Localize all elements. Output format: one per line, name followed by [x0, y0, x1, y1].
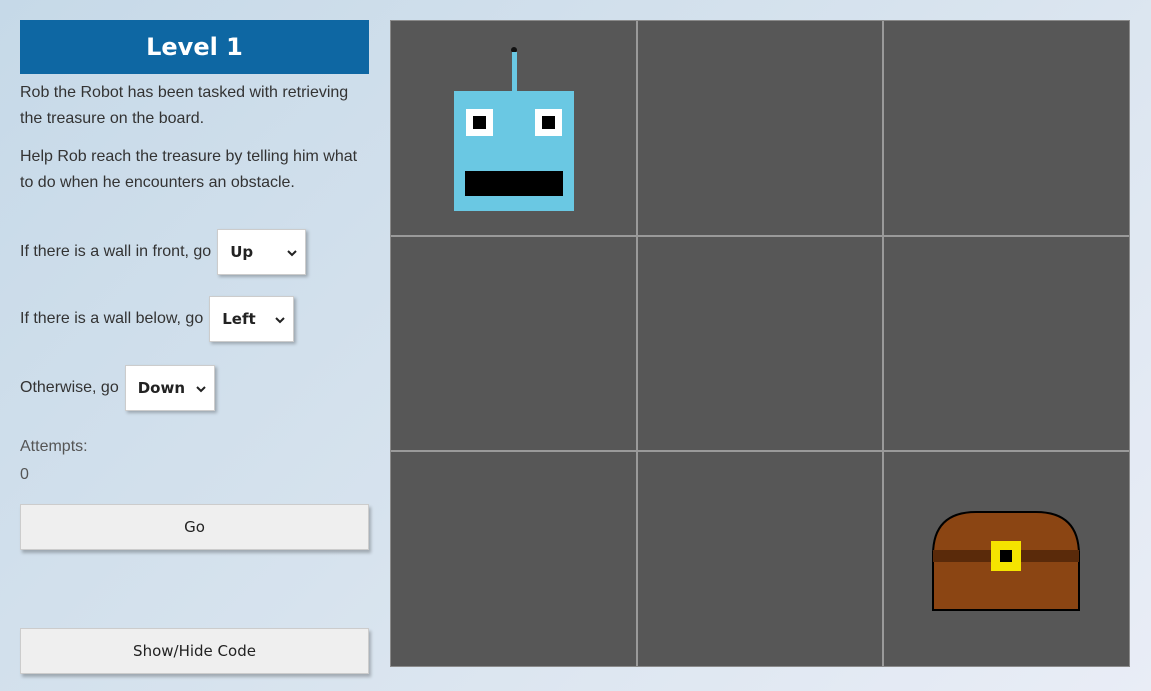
rule-wall-below: If there is a wall below, go Left [20, 296, 295, 342]
intro-text: Rob the Robot has been tasked with retri… [20, 84, 349, 127]
wall-below-direction-value: Left [222, 310, 256, 328]
rule-wall-front-label: If there is a wall in front, go [20, 243, 212, 260]
board-cell [391, 236, 636, 451]
rule-otherwise-label: Otherwise, go [20, 379, 119, 396]
board-cell [637, 21, 883, 235]
board-cell [637, 236, 883, 451]
board-cell [884, 236, 1129, 451]
chevron-down-icon [287, 243, 297, 261]
board-cell [884, 21, 1129, 235]
robot-icon [454, 47, 574, 211]
rule-wall-front: If there is a wall in front, go Up [20, 229, 307, 275]
board-cell [391, 452, 636, 666]
show-hide-code-button[interactable]: Show/Hide Code [20, 628, 369, 674]
game-board [390, 20, 1130, 667]
go-button[interactable]: Go [20, 504, 369, 550]
wall-below-direction-select[interactable]: Left [209, 296, 295, 342]
otherwise-direction-select[interactable]: Down [124, 365, 215, 411]
rule-otherwise: Otherwise, go Down [20, 365, 215, 411]
attempts-label: Attempts: [20, 438, 88, 455]
rule-wall-below-label: If there is a wall below, go [20, 310, 204, 327]
wall-front-direction-value: Up [230, 243, 254, 261]
chevron-down-icon [196, 379, 206, 397]
chevron-down-icon [275, 310, 285, 328]
instructions-text: Help Rob reach the treasure by telling h… [20, 148, 358, 191]
control-panel: Level 1 Rob the Robot has been tasked wi… [20, 20, 369, 675]
board-cell [884, 452, 1129, 666]
otherwise-direction-value: Down [137, 379, 186, 397]
board-cell [391, 21, 636, 235]
board-cell [637, 452, 883, 666]
wall-front-direction-select[interactable]: Up [217, 229, 307, 275]
treasure-chest-icon [932, 511, 1081, 612]
attempts-count: 0 [20, 466, 29, 483]
level-title: Level 1 [20, 20, 369, 74]
